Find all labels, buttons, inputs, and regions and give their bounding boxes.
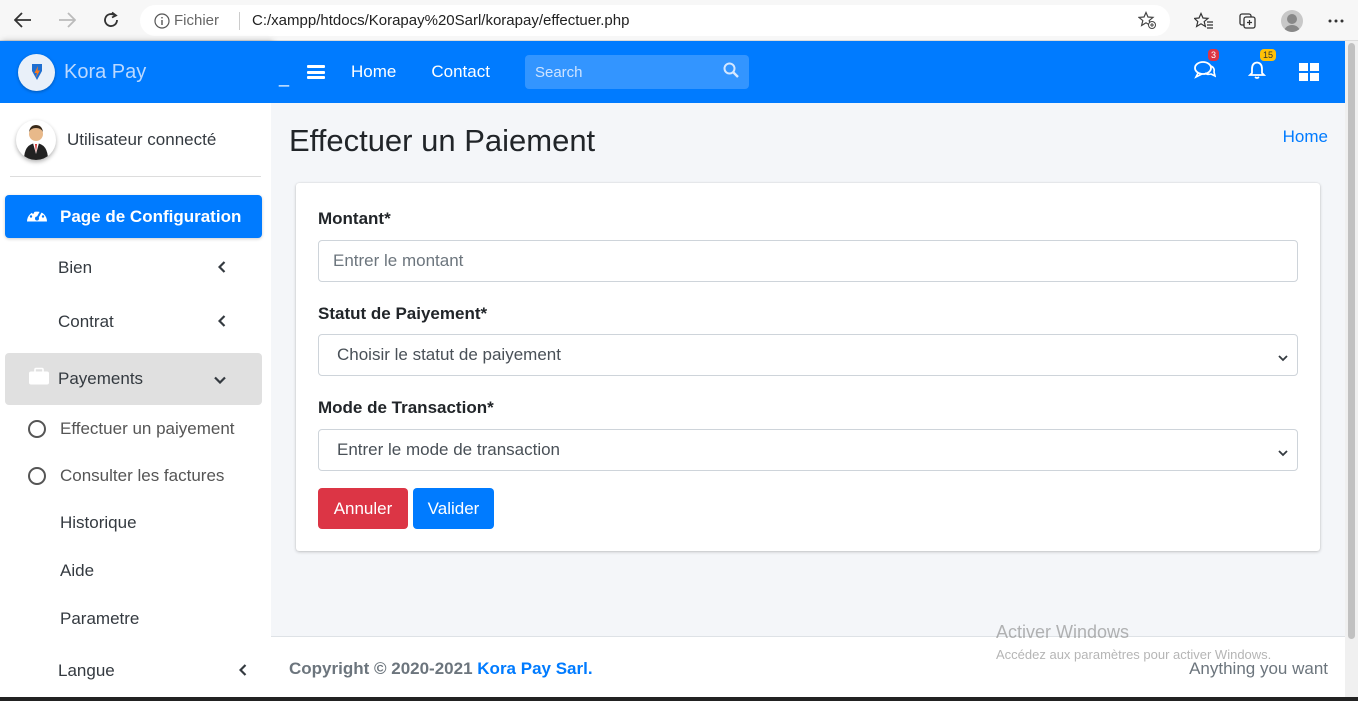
footer-brand-link[interactable]: Kora Pay Sarl. xyxy=(477,659,592,678)
chevron-down-icon xyxy=(1277,444,1289,464)
sidebar-item-label: Parametre xyxy=(60,609,140,628)
sidebar-subitem-label: Effectuer un paiyement xyxy=(60,418,235,438)
windows-activation-title: Activer Windows xyxy=(996,622,1130,642)
briefcase-icon xyxy=(28,367,50,391)
sidebar-item-label: Langue xyxy=(58,661,115,680)
sidebar: Kora Pay Utilisateur connecté Page de Co… xyxy=(0,41,271,701)
sidebar-item-payements[interactable]: Payements xyxy=(5,353,262,405)
sidebar-item-historique[interactable]: Historique xyxy=(5,499,262,547)
chevron-left-icon xyxy=(217,314,226,330)
sidebar-item-langue[interactable]: Langue xyxy=(5,643,262,699)
payment-form-card: Montant* Entrer le montant Statut de Pai… xyxy=(296,183,1320,551)
sidebar-subitem-effectuer[interactable]: Effectuer un paiyement xyxy=(5,405,262,452)
copyright-text: Copyright © 2020-2021 Kora Pay Sarl. xyxy=(289,659,593,679)
search-placeholder: Search xyxy=(534,63,583,81)
favorites-icon[interactable] xyxy=(1182,11,1226,30)
sidebar-item-label: Bien xyxy=(58,258,93,277)
search-icon[interactable] xyxy=(723,62,739,82)
sidebar-item-configuration[interactable]: Page de Configuration xyxy=(5,195,262,238)
sidebar-item-parametre[interactable]: Parametre xyxy=(5,595,262,643)
circle-icon xyxy=(28,466,46,485)
windows-activation-subtitle: Accédez aux paramètres pour activer Wind… xyxy=(996,647,1272,662)
montant-placeholder: Entrer le montant xyxy=(333,251,464,270)
apps-grid-icon[interactable] xyxy=(1283,63,1335,81)
url-text: C:/xampp/htdocs/Korapay%20Sarl/korapay/e… xyxy=(252,12,630,29)
messages-button[interactable]: 3 xyxy=(1179,48,1231,84)
notifications-badge: 15 xyxy=(1260,48,1277,61)
sidebar-menu: Page de Configuration Bien Contrat Payem… xyxy=(0,195,271,699)
breadcrumb-home[interactable]: Home xyxy=(1283,127,1328,147)
montant-input[interactable]: Entrer le montant xyxy=(318,240,1298,282)
chevron-left-icon xyxy=(238,663,247,679)
sidebar-item-label: Payements xyxy=(58,369,144,388)
content-wrapper: Effectuer un Paiement Home Montant* Entr… xyxy=(271,103,1345,636)
sidebar-item-label: Contrat xyxy=(58,312,114,331)
search-input[interactable]: Search xyxy=(524,55,749,89)
messages-badge: 3 xyxy=(1208,48,1220,61)
refresh-icon[interactable] xyxy=(96,5,126,35)
profile-avatar[interactable] xyxy=(1270,9,1314,32)
tachometer-icon xyxy=(26,206,48,227)
info-icon[interactable]: Fichier xyxy=(154,12,219,29)
footer: Copyright © 2020-2021 Kora Pay Sarl. Any… xyxy=(271,636,1345,701)
sidebar-item-label: Historique xyxy=(60,513,137,532)
back-icon[interactable] xyxy=(8,5,38,35)
footer-right-text: Anything you want xyxy=(1189,659,1328,678)
add-favorite-icon[interactable] xyxy=(1137,11,1156,33)
protocol-label: Fichier xyxy=(174,12,220,29)
top-navbar: _ Home Contact Search 3 15 xyxy=(271,41,1345,103)
sidebar-item-contrat[interactable]: Contrat xyxy=(5,298,262,346)
sidebar-subitem-label: Consulter les factures xyxy=(60,465,225,485)
page-title: Effectuer un Paiement xyxy=(289,123,596,158)
submit-button[interactable]: Valider xyxy=(413,488,494,529)
bell-icon xyxy=(1247,61,1267,84)
scrollbar-thumb[interactable] xyxy=(1348,43,1355,639)
address-divider xyxy=(239,11,241,30)
brand-name: Kora Pay xyxy=(64,60,147,83)
sidebar-item-label: Aide xyxy=(60,561,95,580)
user-panel[interactable]: Utilisateur connecté xyxy=(10,103,261,177)
sidebar-item-label: Page de Configuration xyxy=(60,206,242,226)
notifications-button[interactable]: 15 xyxy=(1231,48,1283,84)
copyright-prefix: Copyright © 2020-2021 xyxy=(289,659,473,678)
user-name: Utilisateur connecté xyxy=(67,129,217,149)
address-bar[interactable]: Fichier C:/xampp/htdocs/Korapay%20Sarl/k… xyxy=(140,5,1170,36)
mode-select-value: Entrer le mode de transaction xyxy=(337,440,561,459)
user-avatar xyxy=(16,119,56,160)
forward-icon[interactable] xyxy=(52,5,82,35)
page-scrollbar[interactable] xyxy=(1345,41,1358,701)
more-menu-icon[interactable] xyxy=(1314,19,1358,23)
brand-logo-icon xyxy=(18,53,55,91)
sidebar-subitem-consulter[interactable]: Consulter les factures xyxy=(5,452,262,499)
chevron-left-icon xyxy=(217,260,226,276)
menu-toggle-icon[interactable] xyxy=(307,65,326,79)
sidebar-item-aide[interactable]: Aide xyxy=(5,547,262,595)
cancel-button[interactable]: Annuler xyxy=(318,488,408,529)
taskbar-edge xyxy=(0,697,1358,701)
sidebar-item-bien[interactable]: Bien xyxy=(5,244,262,292)
chevron-down-icon xyxy=(214,371,226,387)
mode-select[interactable]: Entrer le mode de transaction xyxy=(318,429,1298,471)
statut-select-value: Choisir le statut de paiyement xyxy=(337,345,561,364)
nav-link-home[interactable]: Home xyxy=(351,62,396,82)
collections-icon[interactable] xyxy=(1226,12,1270,30)
comments-icon xyxy=(1194,60,1217,84)
montant-label: Montant* xyxy=(318,209,391,228)
circle-icon xyxy=(28,419,46,438)
navbar-underscore: _ xyxy=(279,66,290,87)
chevron-down-icon xyxy=(1277,349,1289,369)
brand-link[interactable]: Kora Pay xyxy=(0,41,271,103)
browser-toolbar: Fichier C:/xampp/htdocs/Korapay%20Sarl/k… xyxy=(0,0,1358,41)
mode-label: Mode de Transaction* xyxy=(318,398,494,417)
nav-link-contact[interactable]: Contact xyxy=(431,62,490,82)
statut-select[interactable]: Choisir le statut de paiyement xyxy=(318,334,1298,376)
statut-label: Statut de Paiyement* xyxy=(318,304,488,323)
